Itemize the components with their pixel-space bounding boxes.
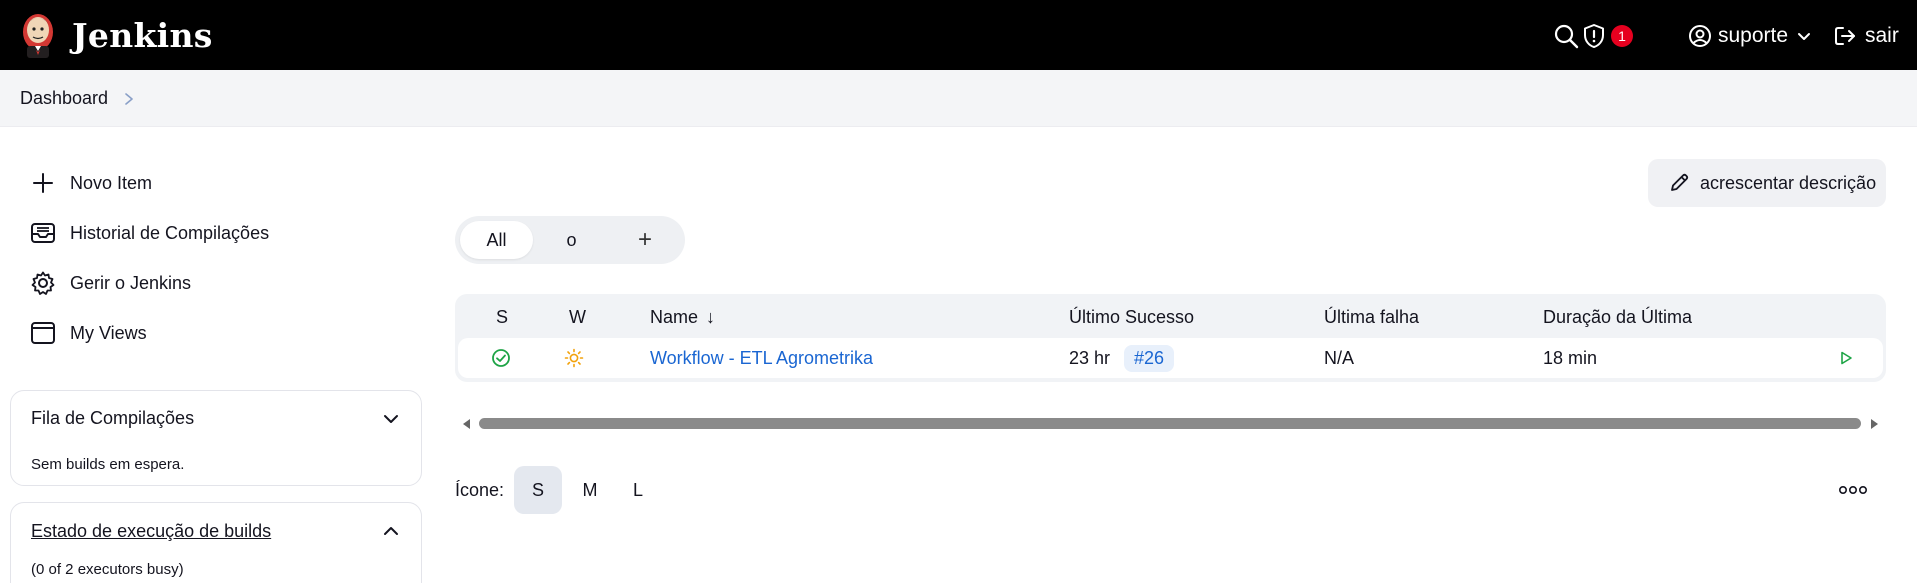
- logout-link[interactable]: sair: [1833, 20, 1899, 52]
- chevron-down-icon[interactable]: [381, 409, 401, 429]
- icon-size-selector: Ícone: S M L: [455, 466, 662, 514]
- last-duration-cell: 18 min: [1543, 347, 1598, 368]
- search-icon: [1554, 24, 1579, 49]
- gear-icon: [30, 270, 56, 296]
- play-icon: [1841, 351, 1852, 365]
- task-build-history[interactable]: Historial de Compilações: [30, 217, 269, 249]
- jenkins-home-link[interactable]: Jenkins: [18, 9, 213, 61]
- breadcrumb-bar: Dashboard: [0, 70, 1917, 127]
- chevron-down-icon: [1798, 33, 1811, 40]
- col-header-weather[interactable]: W: [569, 307, 586, 328]
- table-row: Workflow - ETL Agrometrika 23 hr #26 N/A…: [458, 338, 1883, 378]
- inbox-icon: [30, 220, 56, 246]
- task-label: My Views: [70, 322, 147, 343]
- col-header-last-failure[interactable]: Última falha: [1324, 307, 1419, 328]
- jenkins-logo-icon: [23, 14, 53, 58]
- last-success-time: 23 hr: [1069, 347, 1111, 368]
- task-my-views[interactable]: My Views: [30, 317, 147, 349]
- build-queue-pane: Fila de Compilações Sem builds em espera…: [10, 390, 422, 486]
- task-new-item[interactable]: Novo Item: [30, 167, 152, 199]
- add-description-button[interactable]: acrescentar descrição: [1648, 159, 1886, 207]
- breadcrumb-dashboard[interactable]: Dashboard: [20, 88, 108, 109]
- icon-size-s[interactable]: S: [514, 466, 563, 514]
- col-header-last-duration[interactable]: Duração da Última: [1543, 307, 1692, 328]
- table-horizontal-scrollbar[interactable]: [455, 413, 1886, 435]
- view-tabs: All o +: [455, 216, 685, 264]
- security-alerts-button[interactable]: 1: [1581, 22, 1633, 50]
- scroll-left-arrow-icon[interactable]: [459, 416, 475, 432]
- breadcrumb: Dashboard: [20, 88, 136, 109]
- jobs-table: S W Name ↓ Último Sucesso Última falha D…: [455, 294, 1886, 382]
- scrollbar-thumb[interactable]: [479, 418, 1861, 429]
- more-horizontal-icon: [1838, 486, 1867, 495]
- search-button[interactable]: [1552, 22, 1580, 50]
- icon-size-label: Ícone:: [455, 479, 505, 500]
- window-icon: [30, 320, 56, 346]
- sort-arrow-icon: ↓: [706, 307, 716, 327]
- pencil-icon: [1671, 173, 1689, 191]
- tab-new-view[interactable]: +: [610, 221, 680, 259]
- build-queue-empty-text: Sem builds em espera.: [31, 456, 185, 473]
- username: suporte: [1718, 24, 1789, 47]
- logout-icon: [1835, 27, 1855, 45]
- last-failure-cell: N/A: [1324, 347, 1355, 368]
- chevron-up-icon[interactable]: [381, 521, 401, 541]
- last-success-cell: 23 hr #26: [1069, 338, 1175, 378]
- plus-icon: [30, 170, 56, 196]
- scroll-right-arrow-icon[interactable]: [1866, 416, 1882, 432]
- weather-sunny-icon: [564, 338, 584, 378]
- col-header-last-success[interactable]: Último Sucesso: [1069, 307, 1194, 328]
- status-success-icon: [491, 338, 511, 378]
- legend-more-button[interactable]: [1836, 478, 1870, 502]
- add-description-label: acrescentar descrição: [1700, 172, 1877, 193]
- col-header-name-label: Name: [650, 307, 699, 327]
- user-avatar-icon: [1689, 25, 1711, 47]
- executors-pane: Estado de execução de builds (0 of 2 exe…: [10, 502, 422, 583]
- icon-size-m[interactable]: M: [566, 466, 614, 514]
- user-menu[interactable]: suporte: [1688, 20, 1812, 52]
- tab-o[interactable]: o: [535, 221, 608, 259]
- top-header: Jenkins 1 suporte sair: [0, 0, 1917, 70]
- shield-alert-icon: [1584, 24, 1604, 48]
- security-count-badge: 1: [1611, 25, 1633, 47]
- schedule-build-button[interactable]: [1838, 338, 1854, 378]
- tab-all[interactable]: All: [460, 221, 533, 259]
- task-label: Historial de Compilações: [70, 222, 270, 243]
- build-queue-title: Fila de Compilações: [31, 408, 195, 428]
- col-header-name[interactable]: Name ↓: [650, 307, 715, 328]
- chevron-right-icon[interactable]: [122, 92, 136, 106]
- job-link[interactable]: Workflow - ETL Agrometrika: [650, 338, 873, 378]
- icon-size-l[interactable]: L: [614, 466, 662, 514]
- brand-name: Jenkins: [72, 15, 213, 55]
- logout-label: sair: [1865, 24, 1899, 47]
- executors-status-text: (0 of 2 executors busy): [31, 561, 184, 578]
- col-header-status[interactable]: S: [496, 307, 508, 328]
- task-label: Novo Item: [70, 172, 153, 193]
- build-number-link[interactable]: #26: [1124, 344, 1175, 372]
- task-manage-jenkins[interactable]: Gerir o Jenkins: [30, 267, 191, 299]
- task-label: Gerir o Jenkins: [70, 272, 192, 293]
- executors-title-link[interactable]: Estado de execução de builds: [31, 521, 271, 542]
